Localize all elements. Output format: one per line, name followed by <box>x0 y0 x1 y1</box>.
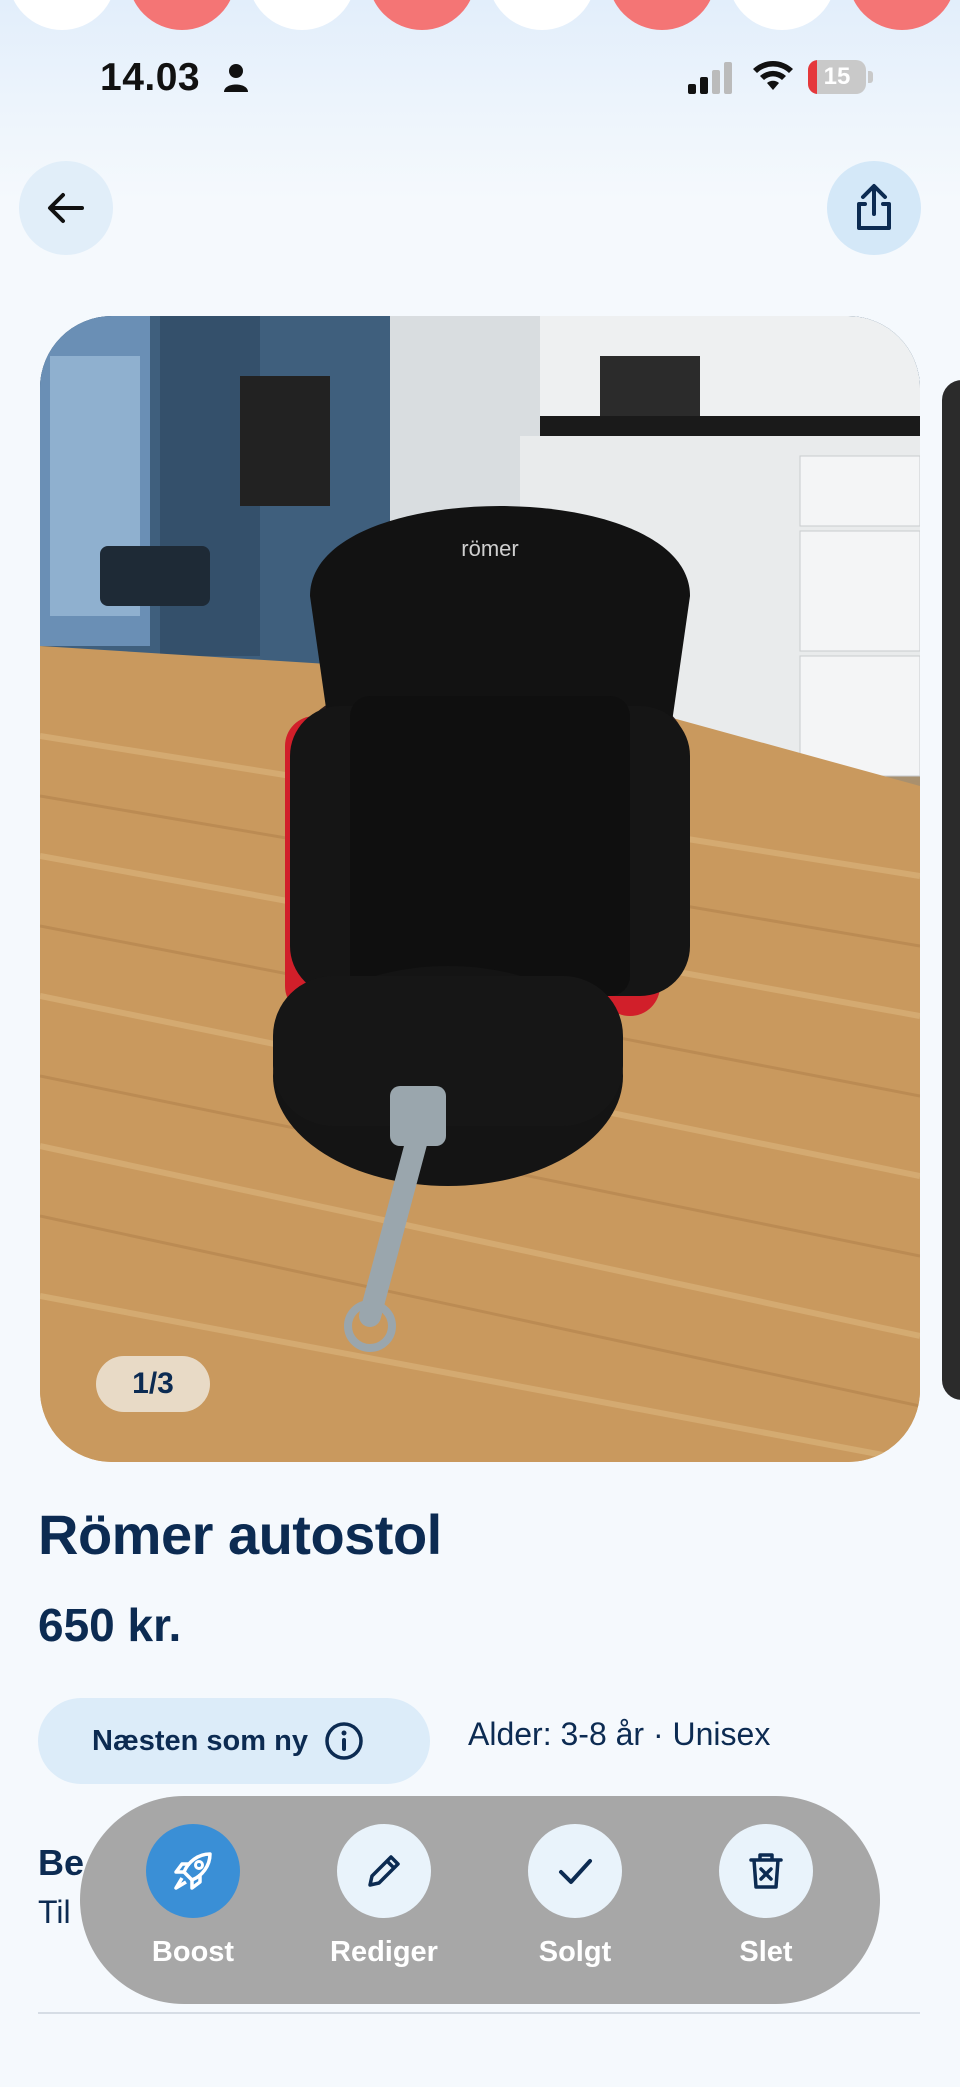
back-button[interactable] <box>19 161 113 255</box>
battery-indicator: 15 <box>808 60 874 94</box>
image-counter: 1/3 <box>96 1356 210 1412</box>
divider <box>38 2012 920 2014</box>
rocket-icon <box>174 1852 212 1890</box>
wifi-icon <box>753 61 793 90</box>
sold-label: Solgt <box>538 1936 612 1968</box>
person-icon <box>224 64 248 92</box>
photo-illustration: römer <box>40 316 920 1462</box>
trash-icon <box>749 1853 783 1889</box>
check-icon <box>559 1859 592 1884</box>
next-photo-preview[interactable] <box>942 380 960 1400</box>
boost-button[interactable]: Boost <box>113 1824 273 1969</box>
decorative-circles <box>0 0 960 40</box>
description-text: Til <box>38 1894 71 1930</box>
description-heading: Be <box>38 1842 85 1883</box>
edit-label: Rediger <box>330 1936 438 1968</box>
condition-label: Næsten som ny <box>92 1724 308 1757</box>
boost-label: Boost <box>151 1936 235 1968</box>
info-icon[interactable] <box>324 1721 364 1761</box>
listing-price: 650 kr. <box>38 1599 182 1651</box>
delete-label: Slet <box>739 1936 793 1968</box>
status-bar: 14.03 15 <box>0 52 960 108</box>
battery-percent: 15 <box>823 63 851 90</box>
condition-chip[interactable]: Næsten som ny <box>38 1698 430 1784</box>
age-gender-meta: Alder: 3-8 år · Unisex <box>468 1716 771 1752</box>
car-seat-photo[interactable]: römer <box>40 316 920 1462</box>
share-icon <box>857 184 891 230</box>
edit-button[interactable]: Rediger <box>304 1824 464 1969</box>
pencil-icon <box>368 1855 400 1887</box>
share-button[interactable] <box>827 161 921 255</box>
status-time: 14.03 <box>100 56 201 99</box>
listing-title: Römer autostol <box>38 1503 442 1566</box>
sold-button[interactable]: Solgt <box>495 1824 655 1969</box>
arrow-left-icon <box>48 193 84 223</box>
signal-icon <box>688 62 732 94</box>
svg-text:römer: römer <box>461 536 518 561</box>
action-bar: Boost Rediger Solgt Slet <box>80 1796 880 2004</box>
delete-button[interactable]: Slet <box>686 1824 846 1969</box>
image-carousel[interactable]: römer 1/3 <box>40 316 920 1462</box>
